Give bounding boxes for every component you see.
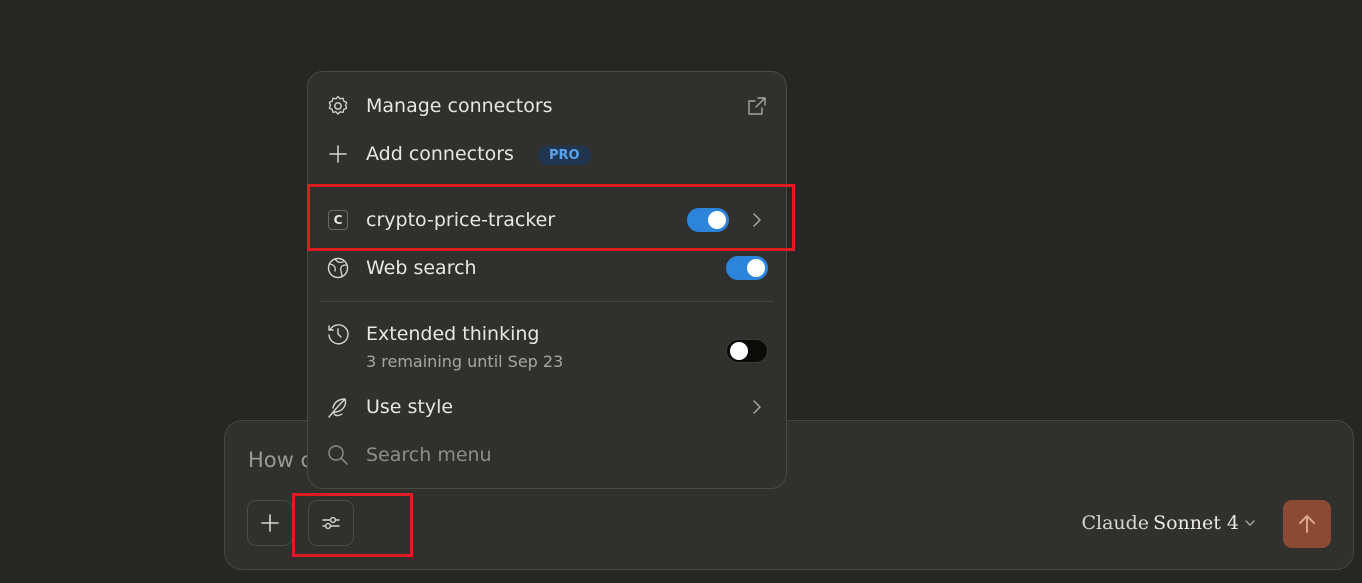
menu-item-add-connectors[interactable]: Add connectors PRO xyxy=(308,137,786,171)
add-attachment-button[interactable] xyxy=(247,500,293,546)
gear-icon xyxy=(325,93,351,119)
external-link-icon xyxy=(746,95,768,121)
menu-item-web-search[interactable]: Web search xyxy=(308,251,786,285)
model-prefix: Claude xyxy=(1081,512,1150,534)
feather-icon xyxy=(325,394,351,420)
extended-thinking-sublabel: 3 remaining until Sep 23 xyxy=(366,352,564,371)
chevron-right-icon xyxy=(747,397,767,421)
tools-menu: Manage connectors Add connectors PRO C c… xyxy=(307,71,787,489)
highlight-tools-button xyxy=(292,493,413,557)
menu-item-label: Extended thinking xyxy=(366,323,540,345)
chevron-down-icon xyxy=(1245,520,1255,526)
menu-item-label: Add connectors xyxy=(366,143,514,165)
web-search-toggle[interactable] xyxy=(726,256,768,280)
plus-icon xyxy=(325,141,351,167)
globe-icon xyxy=(325,255,351,281)
search-icon xyxy=(325,442,351,468)
clock-icon xyxy=(325,321,351,347)
toggle-knob xyxy=(747,259,765,277)
send-button[interactable] xyxy=(1283,500,1331,548)
menu-item-manage-connectors[interactable]: Manage connectors xyxy=(308,89,786,123)
plus-icon xyxy=(261,514,279,532)
menu-search-field[interactable]: Search menu xyxy=(308,438,786,472)
model-selector[interactable]: Claude Sonnet 4 xyxy=(1081,512,1257,534)
extended-thinking-toggle[interactable] xyxy=(726,339,768,363)
menu-divider xyxy=(320,301,774,302)
pro-badge: PRO xyxy=(538,146,591,165)
model-name: Sonnet 4 xyxy=(1153,512,1239,534)
arrow-up-icon xyxy=(1299,515,1315,533)
menu-item-extended-thinking[interactable]: Extended thinking xyxy=(308,317,786,363)
highlight-connector-row xyxy=(307,184,795,251)
toggle-knob xyxy=(730,342,748,360)
menu-item-label: Use style xyxy=(366,396,454,418)
menu-item-use-style[interactable]: Use style xyxy=(308,390,786,424)
search-menu-placeholder: Search menu xyxy=(366,444,492,466)
menu-item-label: Web search xyxy=(366,257,477,279)
menu-item-label: Manage connectors xyxy=(366,95,553,117)
